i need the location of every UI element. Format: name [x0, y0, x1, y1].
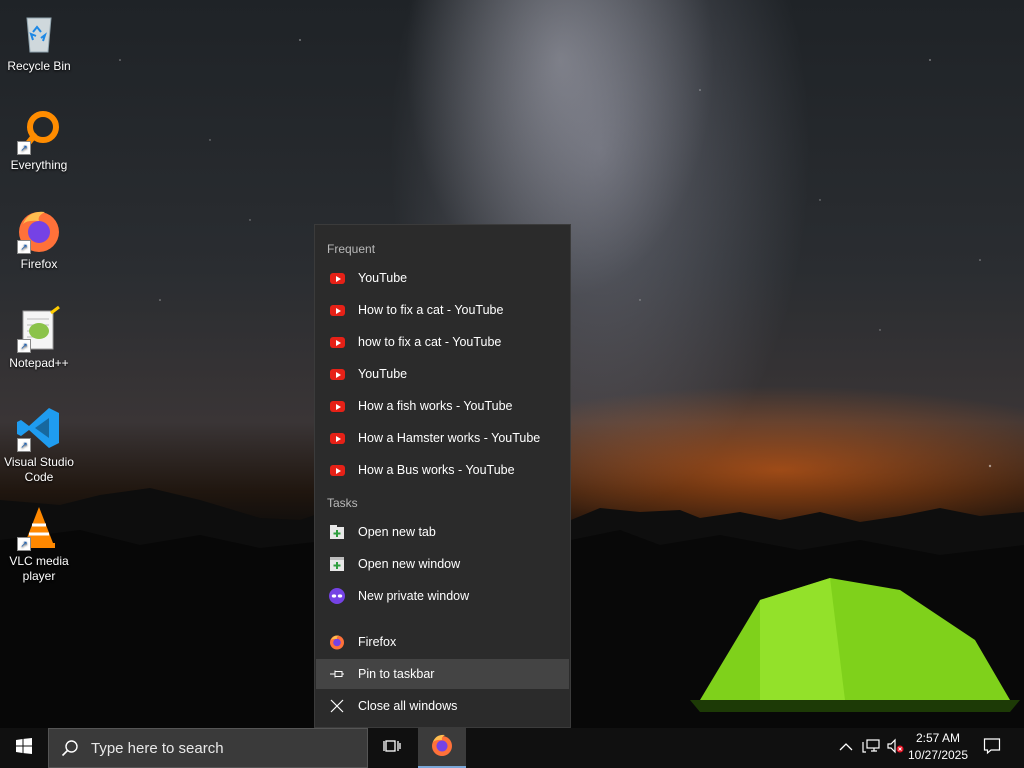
youtube-icon — [329, 462, 345, 478]
chevron-up-icon — [839, 739, 853, 757]
recycle-bin-icon — [15, 8, 63, 56]
desktop-icon-notepad-plus-plus[interactable]: ↗ Notepad++ — [0, 297, 78, 371]
jump-list-task-new-private-window[interactable]: New private window — [316, 581, 569, 611]
jump-list-item-label: How a Bus works - YouTube — [358, 463, 515, 477]
start-button[interactable] — [0, 728, 48, 768]
jump-list-frequent-item[interactable]: How to fix a cat - YouTube — [316, 295, 569, 325]
taskbar: 2:57 AM 10/27/2025 — [0, 728, 1024, 768]
shortcut-arrow-icon: ↗ — [17, 141, 31, 155]
task-view-button[interactable] — [372, 728, 412, 768]
vlc-icon: ↗ — [15, 503, 63, 551]
desktop-icon-label: VLC media player — [9, 554, 69, 583]
youtube-icon — [329, 302, 345, 318]
jump-list-frequent-item[interactable]: How a Bus works - YouTube — [316, 455, 569, 485]
taskbar-search-box[interactable] — [48, 728, 368, 768]
jump-list-item-label: How a fish works - YouTube — [358, 399, 513, 413]
youtube-icon — [329, 430, 345, 446]
action-center-button[interactable] — [978, 728, 1006, 768]
youtube-icon — [329, 366, 345, 382]
firefox-icon — [430, 733, 454, 762]
new-window-icon — [329, 556, 345, 572]
taskbar-firefox-button[interactable] — [418, 728, 466, 768]
jump-list-task-open-new-tab[interactable]: Open new tab — [316, 517, 569, 547]
close-icon — [329, 698, 345, 714]
desktop-icon-label: Visual Studio Code — [4, 455, 74, 484]
desktop-icon-label: Recycle Bin — [7, 59, 71, 73]
jump-list-item-label: How a Hamster works - YouTube — [358, 431, 541, 445]
taskbar-clock[interactable]: 2:57 AM 10/27/2025 — [904, 730, 972, 764]
volume-muted-icon — [886, 738, 904, 759]
jump-list-item-label: Open new tab — [358, 525, 436, 539]
jump-list-frequent-item[interactable]: how to fix a cat - YouTube — [316, 327, 569, 357]
jump-list-item-label: New private window — [358, 589, 470, 603]
new-tab-icon — [329, 524, 345, 540]
jump-list-tasks-header: Tasks — [327, 496, 358, 510]
shortcut-arrow-icon: ↗ — [17, 240, 31, 254]
jump-list-item-label: Pin to taskbar — [358, 667, 435, 681]
firefox-icon — [329, 634, 345, 650]
pin-icon — [329, 666, 345, 682]
shortcut-arrow-icon: ↗ — [17, 438, 31, 452]
show-hidden-icons-button[interactable] — [836, 728, 856, 768]
vscode-icon: ↗ — [15, 404, 63, 452]
jump-list-item-label: Close all windows — [358, 699, 458, 713]
task-view-icon — [383, 737, 401, 760]
shortcut-arrow-icon: ↗ — [17, 339, 31, 353]
jump-list-item-label: Firefox — [358, 635, 397, 649]
search-input[interactable] — [89, 738, 353, 758]
youtube-icon — [329, 270, 345, 286]
network-icon — [862, 738, 880, 759]
firefox-jump-list: Frequent YouTube How to fix a cat - YouT… — [314, 224, 571, 728]
notepad-plus-plus-icon: ↗ — [15, 305, 63, 353]
jump-list-item-label: YouTube — [358, 271, 408, 285]
windows-logo-icon — [16, 737, 32, 759]
jump-list-item-label: Open new window — [358, 557, 461, 571]
notification-icon — [983, 737, 1001, 760]
firefox-icon: ↗ — [15, 206, 63, 254]
jump-list-frequent-header: Frequent — [327, 242, 376, 256]
desktop-icon-firefox[interactable]: ↗ Firefox — [0, 198, 78, 272]
desktop-icon-label: Notepad++ — [9, 356, 69, 370]
jump-list-frequent-item[interactable]: How a Hamster works - YouTube — [316, 423, 569, 453]
jump-list-app-firefox[interactable]: Firefox — [316, 627, 569, 657]
jump-list-item-label: YouTube — [358, 367, 408, 381]
jump-list-pin-to-taskbar[interactable]: Pin to taskbar — [316, 659, 569, 689]
shortcut-arrow-icon: ↗ — [17, 537, 31, 551]
search-icon — [61, 739, 79, 757]
volume-tray-button[interactable] — [884, 728, 906, 768]
clock-time: 2:57 AM — [915, 731, 961, 745]
youtube-icon — [329, 334, 345, 350]
jump-list-frequent-item[interactable]: YouTube — [316, 263, 569, 293]
desktop-icon-vlc[interactable]: ↗ VLC media player — [0, 495, 78, 584]
everything-search-icon: ↗ — [15, 107, 63, 155]
jump-list-item-label: how to fix a cat - YouTube — [358, 335, 502, 349]
network-tray-button[interactable] — [860, 728, 882, 768]
desktop-icon-vscode[interactable]: ↗ Visual Studio Code — [0, 396, 78, 485]
jump-list-item-label: How to fix a cat - YouTube — [358, 303, 504, 317]
jump-list-frequent-item[interactable]: YouTube — [316, 359, 569, 389]
desktop-icon-label: Firefox — [20, 257, 58, 271]
youtube-icon — [329, 398, 345, 414]
jump-list-frequent-item[interactable]: How a fish works - YouTube — [316, 391, 569, 421]
desktop-icon-label: Everything — [10, 158, 68, 172]
desktop-icon-everything[interactable]: ↗ Everything — [0, 99, 78, 173]
clock-date: 10/27/2025 — [907, 748, 969, 762]
jump-list-close-all-windows[interactable]: Close all windows — [316, 691, 569, 721]
desktop-icon-recycle-bin[interactable]: Recycle Bin — [0, 0, 78, 74]
jump-list-task-open-new-window[interactable]: Open new window — [316, 549, 569, 579]
private-window-icon — [329, 588, 345, 604]
